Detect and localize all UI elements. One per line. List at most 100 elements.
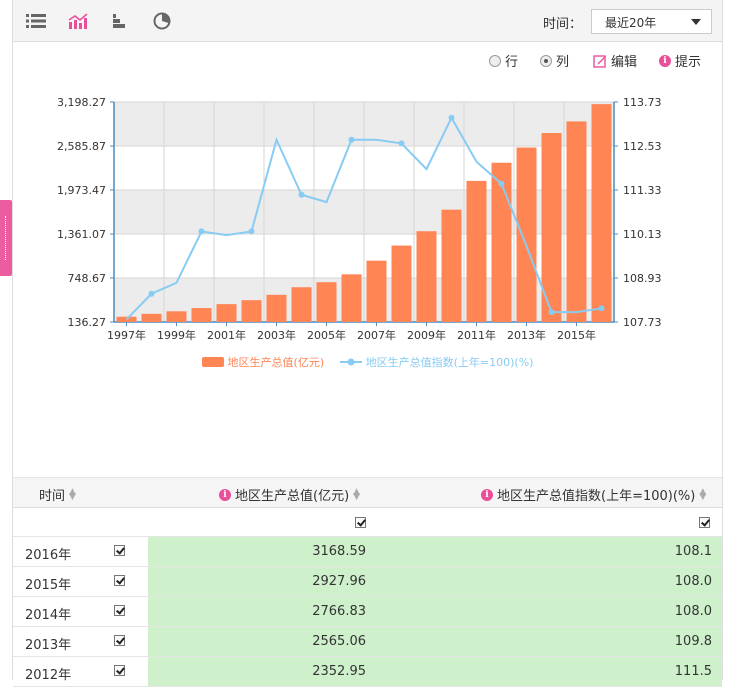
row-gdp-value: 2565.06 <box>312 634 366 649</box>
bar <box>566 121 587 322</box>
info-icon: i <box>659 54 671 67</box>
gdp-chart: 3,198.27 2,585.87 1,973.47 1,361.07 748.67 13… <box>57 96 662 342</box>
bar <box>341 274 362 322</box>
line-point <box>148 290 155 297</box>
row-values: 2766.83 108.0 <box>148 597 722 626</box>
row-index-value: 111.5 <box>674 664 712 679</box>
row-radio[interactable]: 行 <box>489 51 518 70</box>
x-tick-label: 2009年 <box>407 328 446 342</box>
bar <box>516 147 537 322</box>
row-year: 2012年 <box>25 668 72 683</box>
table-row: 2014年 2766.83 108.0 <box>13 597 722 627</box>
side-collapse-tab[interactable] <box>0 200 12 276</box>
bar <box>466 180 487 322</box>
y-left-tick-label: 1,361.07 <box>57 228 106 241</box>
table-row: 2016年 3168.59 108.1 <box>13 537 722 567</box>
bar <box>291 287 312 322</box>
legend-item-index[interactable]: 地区生产总值指数(上年=100)(%) <box>339 354 534 370</box>
toolbar: 时间： 最近20年 <box>13 0 722 42</box>
bar <box>216 304 237 322</box>
bar <box>241 300 262 322</box>
sort-icon: ▲ ▼ <box>69 486 76 502</box>
row-values: 2565.06 109.8 <box>148 627 722 656</box>
row-gdp-value: 2766.83 <box>312 604 366 619</box>
header-index-label: 地区生产总值指数(上年=100)(%) <box>497 489 696 504</box>
edit-button[interactable]: 编辑 <box>593 51 637 70</box>
header-index[interactable]: i 地区生产总值指数(上年=100)(%) ▲ ▼ <box>481 485 706 504</box>
table-row: 2013年 2565.06 109.8 <box>13 627 722 657</box>
info-icon: i <box>481 488 493 501</box>
row-index-value: 108.0 <box>674 604 712 619</box>
row-gdp-value: 2352.95 <box>312 664 366 679</box>
y-right-tick-label: 112.53 <box>623 140 662 153</box>
x-tick-label: 1997年 <box>107 328 146 342</box>
chart-legend: 地区生产总值(亿元) 地区生产总值指数(上年=100)(%) <box>13 354 722 370</box>
line-chart-icon[interactable] <box>67 11 89 31</box>
gdp-column-checkbox[interactable] <box>355 517 366 528</box>
row-checkbox[interactable] <box>114 665 125 676</box>
pie-chart-icon[interactable] <box>151 11 173 31</box>
legend-index-label: 地区生产总值指数(上年=100)(%) <box>365 356 534 369</box>
edit-icon <box>593 54 606 68</box>
hint-button[interactable]: i 提示 <box>659 51 701 70</box>
y-left-tick-label: 1,973.47 <box>57 184 106 197</box>
bar <box>366 260 387 322</box>
x-tick-label: 2011年 <box>457 328 496 342</box>
legend-bar-swatch <box>201 357 224 367</box>
y-right-tick-label: 111.33 <box>623 184 662 197</box>
header-time-label: 时间 <box>39 489 66 504</box>
hint-label: 提示 <box>675 55 702 70</box>
line-point <box>448 114 455 121</box>
row-gdp-value: 2927.96 <box>312 574 366 589</box>
line-point <box>398 140 405 147</box>
bar <box>141 313 162 322</box>
time-range-value: 最近20年 <box>605 16 657 30</box>
y-right-tick-label: 110.13 <box>623 228 662 241</box>
row-year: 2013年 <box>25 638 72 653</box>
time-label: 时间： <box>543 17 583 32</box>
legend-line-swatch <box>339 358 362 366</box>
time-range-select[interactable]: 最近20年 <box>591 9 712 34</box>
row-checkbox[interactable] <box>114 575 125 586</box>
header-time[interactable]: 时间 ▲ ▼ <box>39 485 76 504</box>
row-values: 2352.95 111.5 <box>148 657 722 686</box>
line-point <box>198 228 205 235</box>
row-index-value: 108.0 <box>674 574 712 589</box>
line-point <box>498 180 505 187</box>
header-gdp-label: 地区生产总值(亿元) <box>235 489 350 504</box>
line-point <box>248 228 255 235</box>
line-point <box>598 305 605 312</box>
row-checkbox[interactable] <box>114 545 125 556</box>
y-left-tick-label: 748.67 <box>68 272 107 285</box>
x-tick-label: 2013年 <box>507 328 546 342</box>
line-point <box>298 191 305 198</box>
bar <box>166 311 187 322</box>
line-point <box>348 136 355 143</box>
line-point <box>548 309 555 316</box>
bar <box>391 245 412 322</box>
y-left-tick-label: 3,198.27 <box>57 96 106 109</box>
row-year: 2015年 <box>25 578 72 593</box>
radio-icon <box>489 54 501 67</box>
index-column-checkbox[interactable] <box>699 517 710 528</box>
x-tick-label: 2007年 <box>357 328 396 342</box>
col-radio[interactable]: 列 <box>540 51 569 70</box>
y-right-tick-label: 113.73 <box>623 96 662 109</box>
chevron-down-icon <box>691 19 701 25</box>
header-gdp[interactable]: i 地区生产总值(亿元) ▲ ▼ <box>219 485 360 504</box>
list-icon[interactable] <box>25 11 47 31</box>
x-tick-label: 2005年 <box>307 328 346 342</box>
row-index-value: 109.8 <box>674 634 712 649</box>
row-checkbox[interactable] <box>114 635 125 646</box>
y-right-tick-label: 108.93 <box>623 272 662 285</box>
row-index-value: 108.1 <box>674 544 712 559</box>
bar <box>266 294 287 322</box>
bar <box>416 231 437 322</box>
edit-label: 编辑 <box>611 55 638 70</box>
legend-item-gdp[interactable]: 地区生产总值(亿元) <box>201 354 324 370</box>
bar-chart-icon[interactable] <box>109 11 131 31</box>
row-radio-label: 行 <box>505 55 519 70</box>
bar <box>316 282 337 322</box>
x-tick-label: 2003年 <box>257 328 296 342</box>
row-checkbox[interactable] <box>114 605 125 616</box>
